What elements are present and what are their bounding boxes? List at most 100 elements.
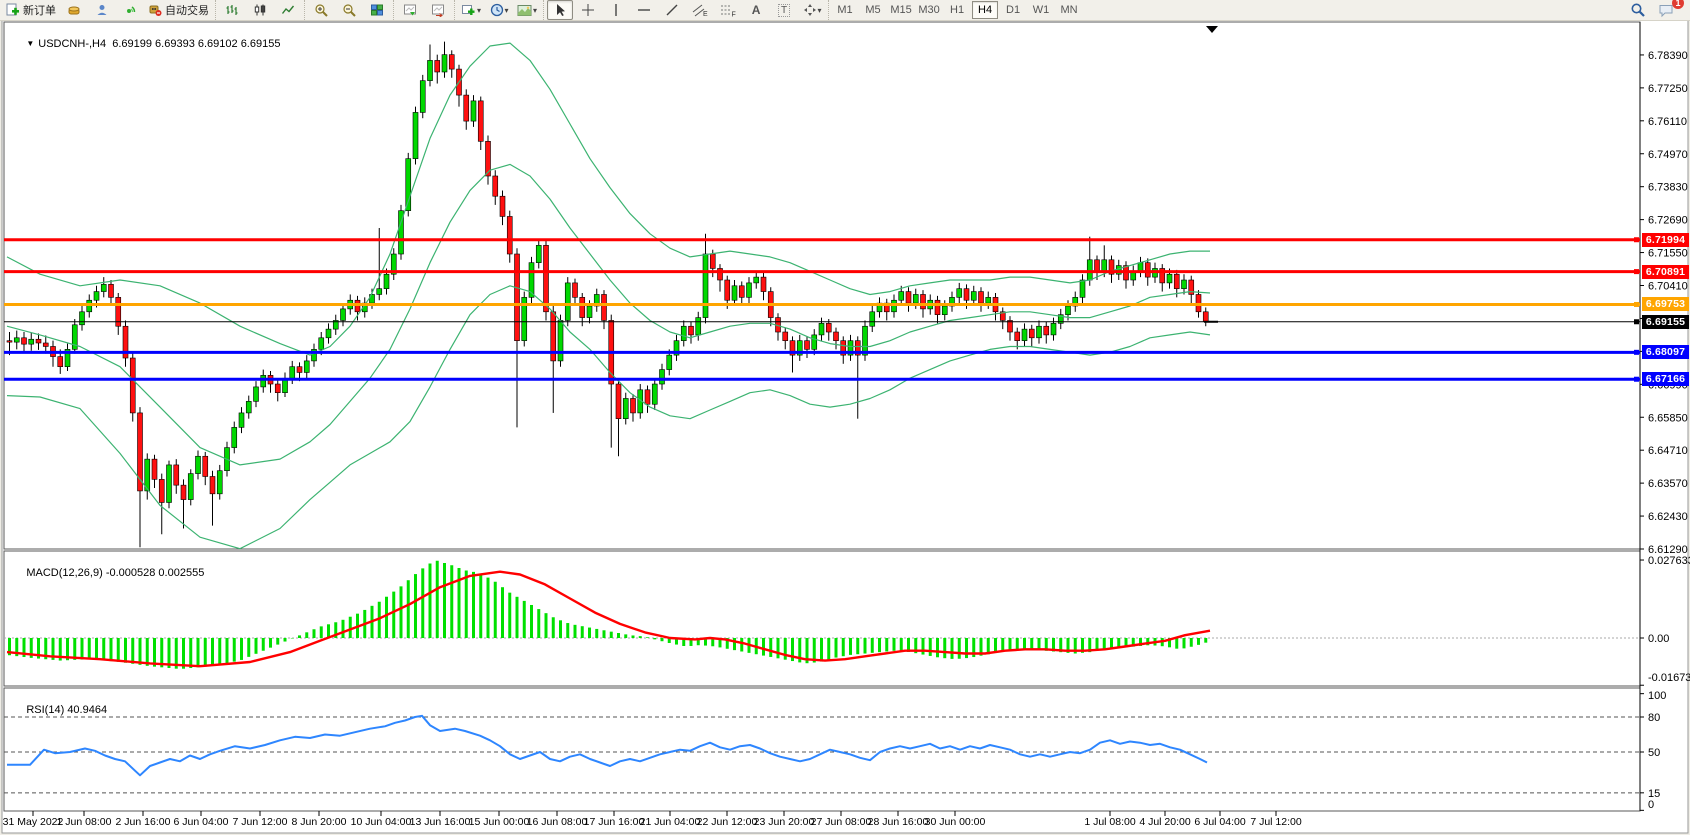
vertical-line-button[interactable] — [603, 0, 629, 20]
svg-text:80: 80 — [1648, 712, 1660, 724]
svg-text:0.00: 0.00 — [1648, 633, 1669, 645]
svg-text:22 Jun 12:00: 22 Jun 12:00 — [697, 816, 758, 828]
bar-chart-button[interactable] — [219, 0, 245, 20]
mql5-community-button[interactable] — [89, 0, 115, 20]
zoom-group — [304, 0, 393, 20]
svg-text:E: E — [703, 11, 708, 17]
arrows-button[interactable]: ▾ — [799, 0, 825, 20]
new-chart-icon — [461, 3, 476, 17]
tile-windows-icon — [370, 3, 384, 17]
equidistant-channel-button[interactable]: E — [687, 0, 713, 20]
chat-button[interactable]: 1 — [1653, 0, 1679, 20]
zoom-in-button[interactable] — [308, 0, 334, 20]
chart-shift-button[interactable] — [425, 0, 451, 20]
horizontal-line-button[interactable] — [631, 0, 657, 20]
main-toolbar: 新订单 自动交易 — [0, 0, 1690, 21]
svg-text:15 Jun 00:00: 15 Jun 00:00 — [469, 816, 530, 828]
trendline-icon — [665, 3, 679, 17]
tf-button-H1[interactable]: H1 — [944, 1, 970, 19]
svg-text:16 Jun 08:00: 16 Jun 08:00 — [527, 816, 588, 828]
market-depth-button[interactable] — [61, 0, 87, 20]
tf-button-MN[interactable]: MN — [1056, 1, 1082, 19]
svg-text:6.64710: 6.64710 — [1648, 445, 1688, 457]
toolbar-right: 1 — [1624, 0, 1690, 20]
svg-text:6.78390: 6.78390 — [1648, 50, 1688, 62]
chevron-down-icon: ▾ — [477, 6, 481, 15]
svg-text:4 Jul 20:00: 4 Jul 20:00 — [1139, 816, 1191, 828]
channel-icon: E — [692, 3, 708, 17]
svg-text:6.70410: 6.70410 — [1648, 281, 1688, 293]
crosshair-icon — [581, 3, 595, 17]
chevron-down-icon: ▾ — [533, 6, 537, 15]
zoom-in-icon — [314, 3, 329, 18]
scroll-group — [393, 0, 454, 20]
signals-button[interactable] — [117, 0, 143, 20]
text-label-button[interactable]: T — [771, 0, 797, 20]
auto-trading-label: 自动交易 — [165, 2, 209, 18]
arrows-tool-icon — [803, 3, 817, 17]
text-tool-icon: A — [752, 3, 761, 17]
svg-text:7 Jun 12:00: 7 Jun 12:00 — [233, 816, 288, 828]
svg-text:6.62430: 6.62430 — [1648, 511, 1688, 523]
new-order-label: 新订单 — [23, 2, 56, 18]
tf-button-D1[interactable]: D1 — [1000, 1, 1026, 19]
fibonacci-button[interactable]: F — [715, 0, 741, 20]
search-button[interactable] — [1625, 0, 1651, 20]
chart-shift-icon — [431, 3, 446, 17]
tf-button-H4[interactable]: H4 — [972, 1, 998, 19]
svg-text:6 Jun 04:00: 6 Jun 04:00 — [174, 816, 229, 828]
svg-text:6.71550: 6.71550 — [1648, 248, 1688, 260]
new-order-icon — [6, 3, 20, 17]
zoom-out-button[interactable] — [336, 0, 362, 20]
tf-button-M30[interactable]: M30 — [916, 1, 942, 19]
svg-text:23 Jun 20:00: 23 Jun 20:00 — [754, 816, 815, 828]
text-button[interactable]: A — [743, 0, 769, 20]
horizontal-line-icon — [637, 5, 651, 15]
bar-chart-icon — [225, 3, 239, 17]
text-label-tool-icon: T — [778, 4, 790, 17]
svg-text:50: 50 — [1648, 747, 1660, 759]
fibonacci-icon: F — [720, 3, 736, 17]
svg-text:6.76110: 6.76110 — [1648, 116, 1687, 128]
search-icon — [1630, 2, 1646, 18]
auto-scroll-button[interactable] — [397, 0, 423, 20]
new-order-button[interactable]: 新订单 — [3, 0, 59, 20]
svg-text:28 Jun 16:00: 28 Jun 16:00 — [868, 816, 929, 828]
clock-icon — [490, 3, 504, 17]
new-chart-group: ▾ ▾ ▾ — [454, 0, 543, 20]
tf-button-M15[interactable]: M15 — [888, 1, 914, 19]
mt4-application-window: 6.783906.772506.761106.749706.738306.726… — [0, 0, 1690, 835]
line-chart-button[interactable] — [275, 0, 301, 20]
zoom-out-icon — [342, 3, 357, 18]
svg-text:100: 100 — [1648, 690, 1666, 702]
trade-group: 新订单 自动交易 — [0, 0, 215, 20]
tf-button-W1[interactable]: W1 — [1028, 1, 1054, 19]
svg-text:31 May 2022: 31 May 2022 — [3, 816, 64, 828]
candlestick-icon — [253, 3, 267, 17]
line-chart-icon — [281, 3, 295, 17]
chart-canvas[interactable]: 6.783906.772506.761106.749706.738306.726… — [0, 0, 1690, 835]
tile-windows-button[interactable] — [364, 0, 390, 20]
community-person-icon — [95, 3, 109, 17]
svg-text:2 Jun 16:00: 2 Jun 16:00 — [116, 816, 171, 828]
cursor-button[interactable] — [547, 0, 573, 20]
tf-button-M5[interactable]: M5 — [860, 1, 886, 19]
svg-text:0.027633: 0.027633 — [1648, 555, 1690, 567]
market-depth-icon — [67, 3, 81, 17]
svg-text:6.73830: 6.73830 — [1648, 182, 1688, 194]
candlestick-chart-button[interactable] — [247, 0, 273, 20]
period-clock-button[interactable]: ▾ — [486, 0, 512, 20]
svg-text:6.68130: 6.68130 — [1648, 346, 1688, 358]
new-chart-button[interactable]: ▾ — [458, 0, 484, 20]
svg-text:6.66990: 6.66990 — [1648, 379, 1688, 391]
auto-trading-robot-icon — [148, 3, 162, 17]
crosshair-button[interactable] — [575, 0, 601, 20]
svg-text:1 Jun 08:00: 1 Jun 08:00 — [57, 816, 112, 828]
svg-text:6.74970: 6.74970 — [1648, 149, 1688, 161]
profiles-button[interactable]: ▾ — [514, 0, 540, 20]
svg-text:17 Jun 16:00: 17 Jun 16:00 — [584, 816, 645, 828]
chart-type-group — [215, 0, 304, 20]
auto-trading-button[interactable]: 自动交易 — [145, 0, 212, 20]
trendline-button[interactable] — [659, 0, 685, 20]
tf-button-M1[interactable]: M1 — [832, 1, 858, 19]
